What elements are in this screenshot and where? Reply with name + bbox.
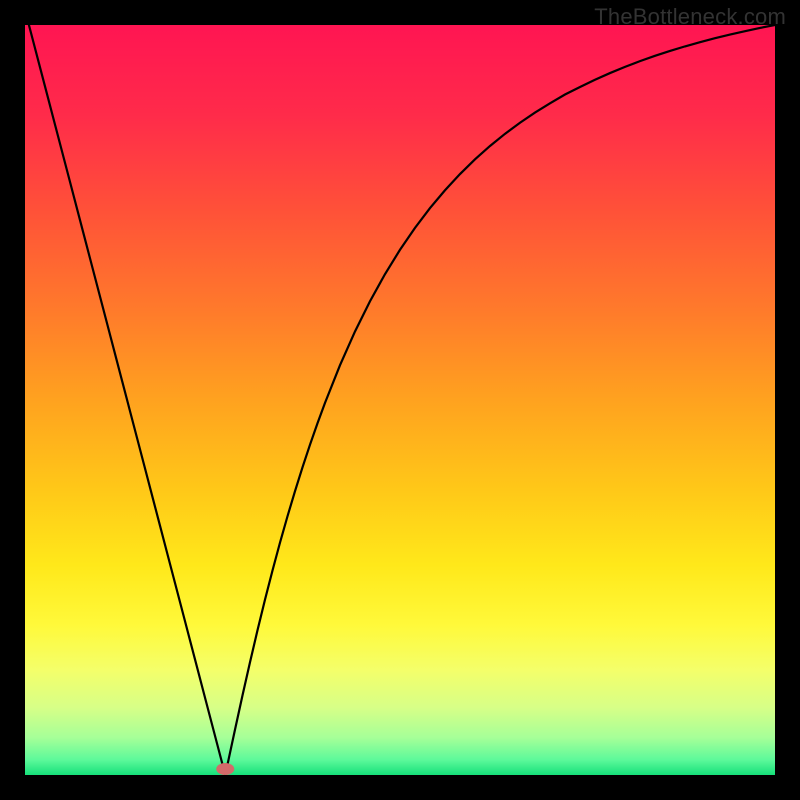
watermark-text: TheBottleneck.com xyxy=(594,4,786,30)
gradient-background xyxy=(25,25,775,775)
optimum-marker xyxy=(216,763,234,775)
plot-area xyxy=(25,25,775,775)
chart-root: TheBottleneck.com xyxy=(0,0,800,800)
